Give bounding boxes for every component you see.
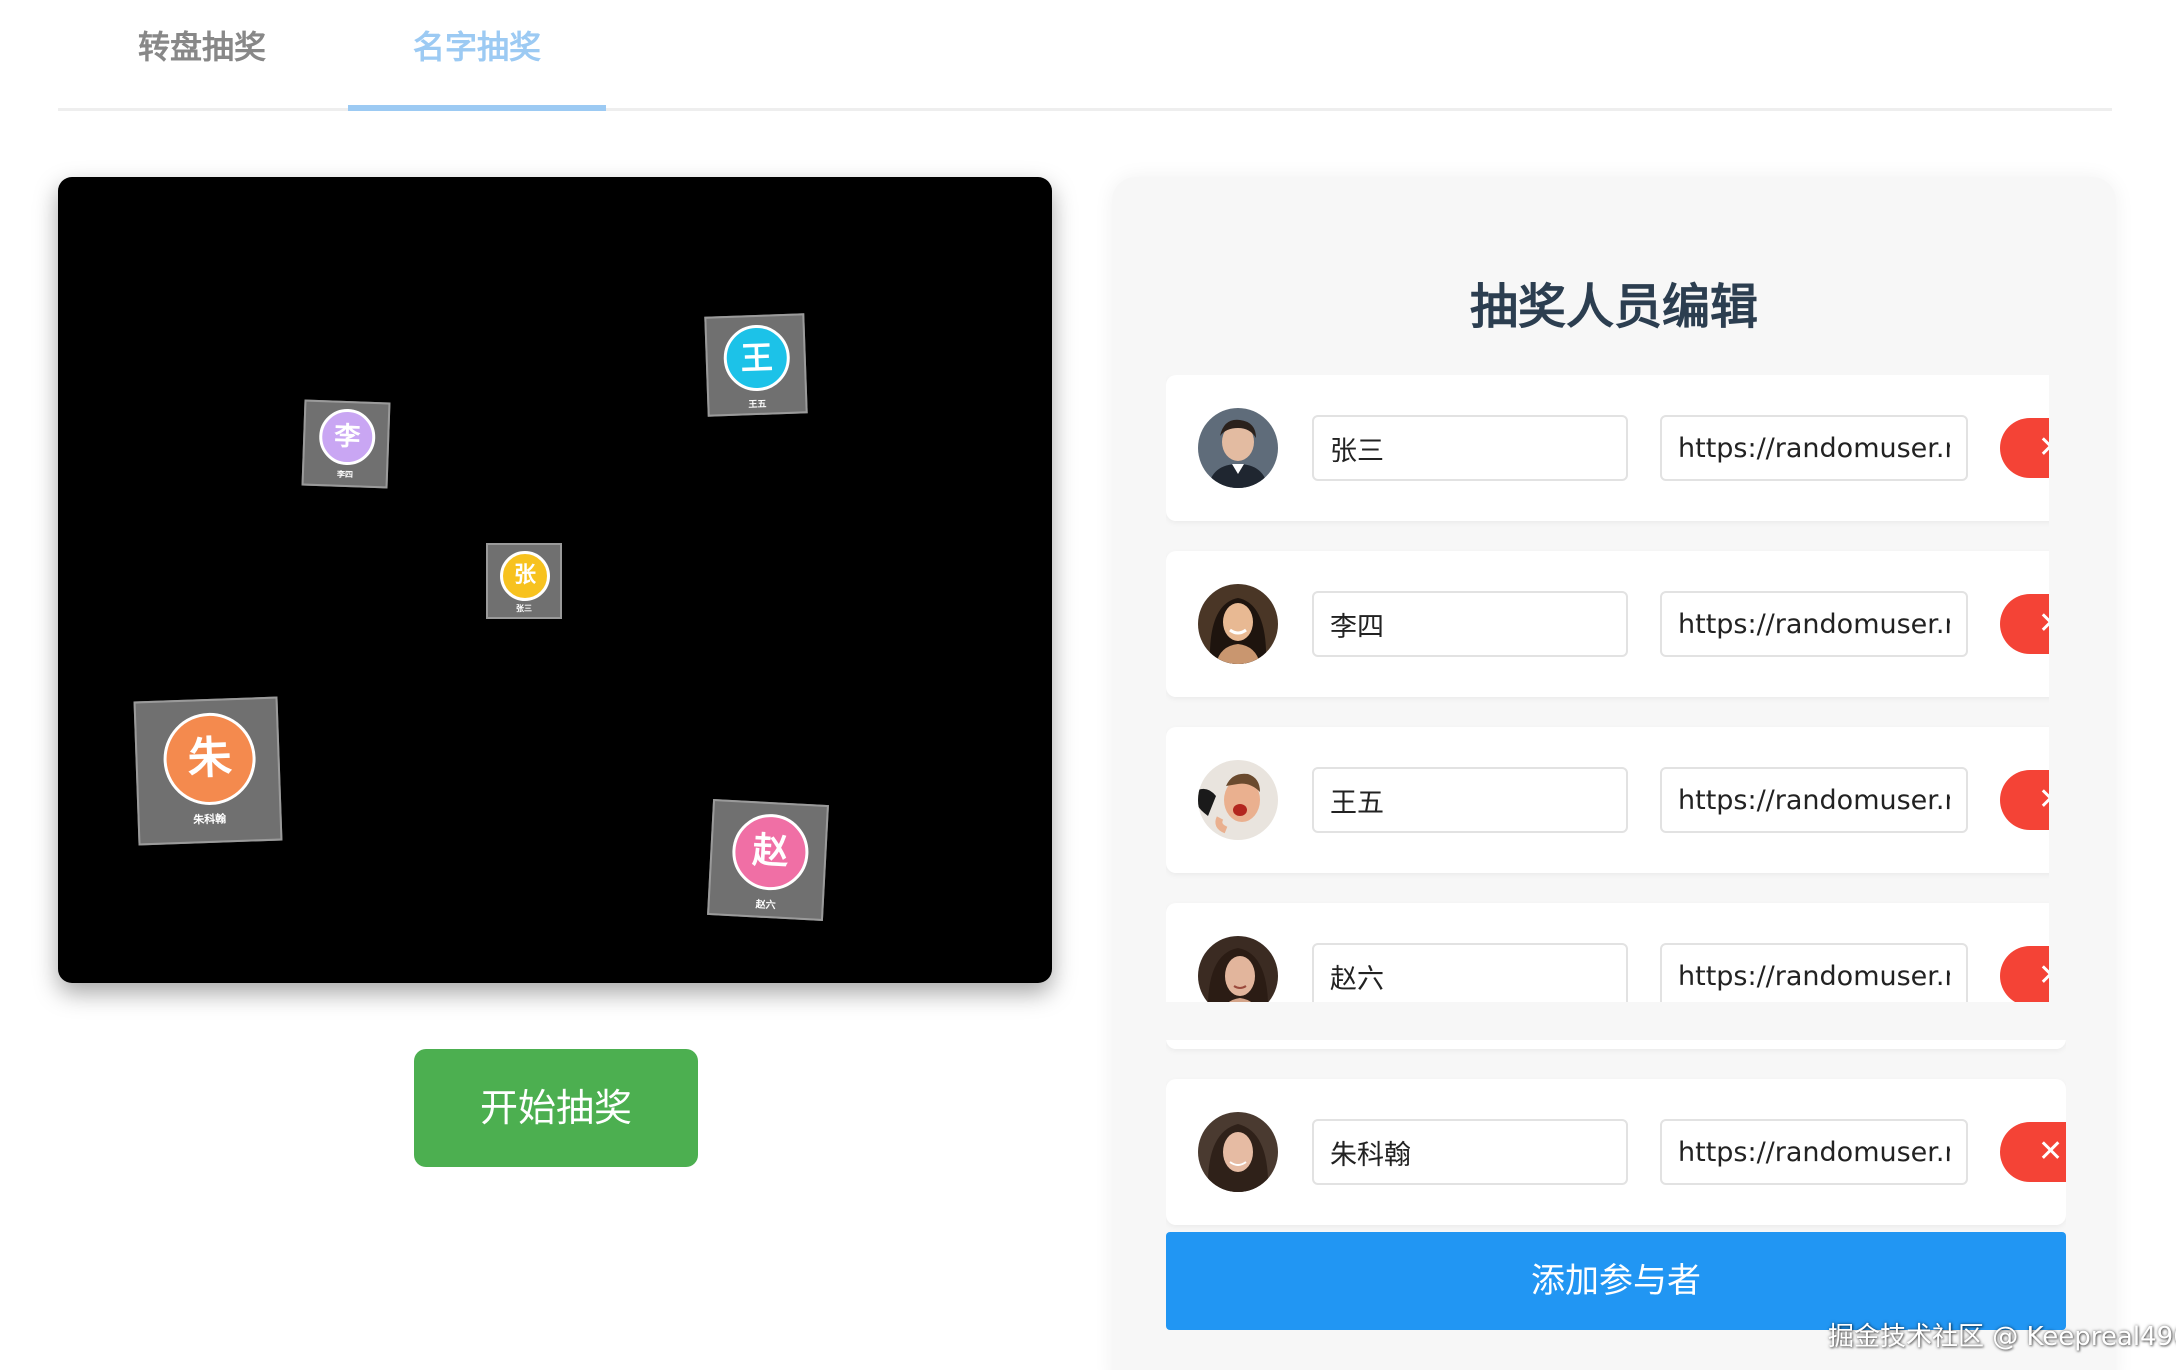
participant-avatar-url-input[interactable]: [1660, 591, 1968, 657]
card-initial: 李: [318, 408, 377, 466]
card-initial: 张: [500, 551, 550, 601]
participant-row: ✕: [1166, 1079, 2066, 1225]
card-initial: 赵: [730, 812, 811, 893]
card-name: 张三: [516, 604, 532, 613]
avatar: [1198, 1112, 1278, 1192]
participant-name-input[interactable]: [1312, 767, 1628, 833]
card-name: 王五: [748, 399, 767, 411]
avatar: [1198, 584, 1278, 664]
tab-name-lottery[interactable]: 名字抽奖: [348, 0, 606, 111]
card-name: 李四: [336, 469, 354, 480]
card-initial: 王: [722, 323, 791, 393]
name-card: 赵 赵六: [707, 799, 829, 921]
participant-row: ✕: [1166, 375, 2066, 521]
avatar: [1198, 408, 1278, 488]
card-initial: 朱: [162, 711, 258, 807]
panel-title: 抽奖人员编辑: [1469, 279, 1758, 335]
delete-participant-button[interactable]: ✕: [2000, 1122, 2066, 1182]
participant-avatar-url-input[interactable]: [1660, 767, 1968, 833]
participant-name-input[interactable]: [1312, 943, 1628, 1009]
lottery-stage: 王 王五 李 李四 张 张三 朱 朱科翰 赵 赵六: [58, 177, 1052, 983]
participant-editor-panel: 抽奖人员编辑 ✕: [1112, 177, 2116, 1370]
participant-name-input[interactable]: [1312, 591, 1628, 657]
watermark: 掘金技术社区 @ Keepreal496: [1828, 1322, 2176, 1352]
name-card: 王 王五: [704, 313, 808, 417]
participant-row: ✕: [1166, 727, 2066, 873]
card-name: 朱科翰: [192, 812, 227, 827]
card-name: 赵六: [755, 899, 776, 912]
name-card: 李 李四: [301, 399, 391, 489]
participant-name-input[interactable]: [1312, 1119, 1628, 1185]
avatar: [1198, 760, 1278, 840]
name-card: 张 张三: [486, 543, 562, 619]
name-card: 朱 朱科翰: [133, 696, 283, 846]
participant-name-input[interactable]: [1312, 415, 1628, 481]
participant-list[interactable]: ✕ ✕: [1166, 375, 2066, 1370]
page: 转盘抽奖 名字抽奖 王 王五 李 李四 张 张三 朱 朱科翰 赵 赵六 开始抽奖: [0, 0, 2176, 1370]
tab-label: 名字抽奖: [412, 28, 541, 66]
list-right-mask: [2049, 375, 2089, 1005]
close-icon: ✕: [2038, 1134, 2064, 1169]
active-tab-indicator: [348, 105, 606, 111]
participant-row: ✕: [1166, 551, 2066, 697]
participant-avatar-url-input[interactable]: [1660, 1119, 1968, 1185]
participant-avatar-url-input[interactable]: [1660, 415, 1968, 481]
tab-bar: 转盘抽奖 名字抽奖: [58, 0, 2112, 111]
tab-wheel-lottery[interactable]: 转盘抽奖: [98, 0, 306, 108]
tab-label: 转盘抽奖: [137, 28, 266, 66]
list-fade-mask: [1112, 1002, 2116, 1040]
participant-avatar-url-input[interactable]: [1660, 943, 1968, 1009]
start-lottery-button[interactable]: 开始抽奖: [414, 1049, 698, 1167]
